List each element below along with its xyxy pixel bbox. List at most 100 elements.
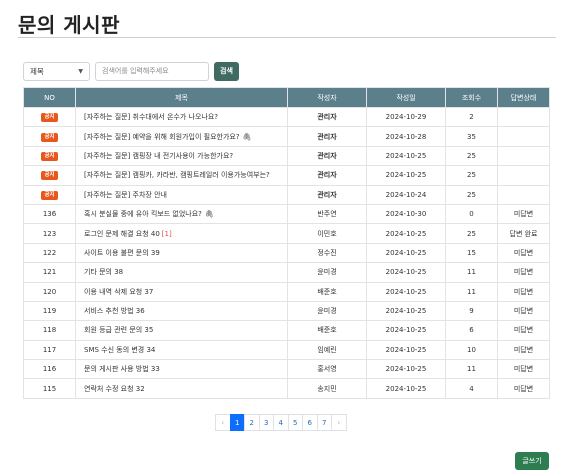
title-cell: 기타 문의 38 [75, 262, 288, 283]
views-cell: 0 [445, 203, 498, 225]
notice-badge: 공지 [41, 113, 58, 123]
status-cell: 미답변 [497, 300, 550, 322]
author-cell: 관리자 [287, 165, 367, 186]
author-cell: 임예린 [287, 339, 367, 361]
table-row: 116 문의 게시판 사용 방법 33 홍서영 2024-10-25 11 미답변 [23, 359, 550, 380]
status-cell [497, 126, 550, 147]
table-row: 122 사이트 이용 불편 문의 39 정수진 2024-10-25 15 미답변 [23, 242, 550, 264]
column-header-no: NO [23, 87, 76, 108]
title-cell: 문의 게시판 사용 방법 33 [75, 359, 288, 380]
notice-badge: 공지 [41, 171, 58, 181]
table-row: 117 SMS 수신 동의 변경 34 임예린 2024-10-25 10 미답변 [23, 339, 550, 361]
title-divider [18, 37, 556, 38]
notice-cell: 공지 [23, 165, 76, 186]
status-cell [497, 106, 550, 128]
date-cell: 2024-10-28 [366, 126, 446, 147]
title-cell: SMS 수신 동의 변경 34 [75, 339, 288, 361]
author-cell: 윤미경 [287, 300, 367, 322]
post-title-link[interactable]: [자주하는 질문] 주차장 안내 [84, 191, 167, 199]
page-button[interactable]: 1 [229, 414, 245, 431]
notice-row: 공지 [자주하는 질문] 캠핑장 내 전기사용이 가능한가요? 관리자 2024-10… [23, 145, 550, 167]
no-cell: 117 [23, 339, 76, 361]
column-header-views: 조회수 [445, 87, 498, 108]
author-cell: 송지민 [287, 378, 367, 399]
views-cell: 9 [445, 300, 498, 322]
date-cell: 2024-10-25 [366, 320, 446, 341]
no-cell: 116 [23, 359, 76, 380]
status-cell: 미답변 [497, 242, 550, 264]
page-title: 문의 게시판 [18, 13, 120, 37]
author-cell: 윤미경 [287, 262, 367, 283]
date-cell: 2024-10-25 [366, 359, 446, 380]
post-title-link[interactable]: 사이트 이용 불편 문의 39 [84, 249, 160, 257]
post-title-link[interactable]: 로그인 문제 해결 요청 40 [84, 230, 160, 238]
status-cell: 미답변 [497, 320, 550, 341]
views-cell: 25 [445, 223, 498, 244]
author-cell: 관리자 [287, 145, 367, 167]
date-cell: 2024-10-25 [366, 165, 446, 186]
post-title-link[interactable]: [자주하는 질문] 취수대에서 온수가 나오나요? [84, 113, 218, 121]
post-title-link[interactable]: 이용 내역 삭제 요청 37 [84, 288, 153, 296]
next-page-button[interactable]: › [331, 414, 347, 431]
date-cell: 2024-10-25 [366, 242, 446, 264]
notice-row: 공지 [자주하는 질문] 주차장 안내 관리자 2024-10-24 25 [23, 184, 550, 205]
search-button[interactable]: 검색 [214, 61, 239, 81]
board-table: NO 제목 작성자 작성일 조회수 답변상태 공지 [자주하는 질문] 취수대에서… [23, 87, 550, 399]
post-title-link[interactable]: [자주하는 질문] 캠핑장 내 전기사용이 가능한가요? [84, 152, 233, 160]
status-cell: 미답변 [497, 359, 550, 380]
table-row: 120 이용 내역 삭제 요청 37 배준호 2024-10-25 11 미답변 [23, 281, 550, 302]
post-title-link[interactable]: 문의 게시판 사용 방법 33 [84, 365, 160, 373]
search-type-select[interactable]: 제목 ▼ [23, 61, 90, 81]
title-cell: 로그인 문제 해결 요청 40 [1] [75, 223, 288, 244]
table-row: 123 로그인 문제 해결 요청 40 [1] 이민호 2024-10-25 25 답변 완… [23, 223, 550, 244]
page-button[interactable]: 3 [258, 414, 274, 431]
page-button[interactable]: 7 [316, 414, 332, 431]
title-cell: 서비스 추천 방법 36 [75, 300, 288, 322]
author-cell: 반주연 [287, 203, 367, 225]
date-cell: 2024-10-25 [366, 281, 446, 302]
notice-cell: 공지 [23, 106, 76, 128]
author-cell: 배준호 [287, 281, 367, 302]
post-title-link[interactable]: 기타 문의 38 [84, 268, 123, 276]
search-input[interactable]: 검색어를 입력해주세요 [95, 61, 209, 81]
no-cell: 122 [23, 242, 76, 264]
column-header-date: 작성일 [366, 87, 446, 108]
post-title-link[interactable]: 연락처 수정 요청 32 [84, 385, 145, 393]
status-cell: 미답변 [497, 203, 550, 225]
post-title-link[interactable]: 서비스 추천 방법 36 [84, 307, 145, 315]
date-cell: 2024-10-25 [366, 223, 446, 244]
views-cell: 25 [445, 184, 498, 205]
page-button[interactable]: 2 [244, 414, 260, 431]
status-cell: 미답변 [497, 262, 550, 283]
post-title-link[interactable]: [자주하는 질문] 캠핑카, 카라반, 캠핑트레일러 이용가능여부는? [84, 171, 270, 179]
write-button[interactable]: 글쓰기 [515, 452, 549, 470]
notice-cell: 공지 [23, 145, 76, 167]
post-title-link[interactable]: 회원 등급 관련 문의 35 [84, 326, 153, 334]
status-cell: 미답변 [497, 339, 550, 361]
table-row: 121 기타 문의 38 윤미경 2024-10-25 11 미답변 [23, 262, 550, 283]
date-cell: 2024-10-25 [366, 339, 446, 361]
post-title-link[interactable]: 혹시 분실물 중에 유아 킥보드 없었나요? [84, 210, 202, 218]
page-button[interactable]: 4 [273, 414, 289, 431]
views-cell: 2 [445, 106, 498, 128]
author-cell: 배준호 [287, 320, 367, 341]
comment-count: [1] [161, 229, 172, 238]
prev-page-button[interactable]: ‹ [215, 414, 231, 431]
date-cell: 2024-10-25 [366, 145, 446, 167]
title-cell: 회원 등급 관련 문의 35 [75, 320, 288, 341]
no-cell: 123 [23, 223, 76, 244]
notice-row: 공지 [자주하는 질문] 취수대에서 온수가 나오나요? 관리자 2024-10-29… [23, 106, 550, 128]
date-cell: 2024-10-25 [366, 262, 446, 283]
page-button[interactable]: 6 [302, 414, 318, 431]
views-cell: 15 [445, 242, 498, 264]
date-cell: 2024-10-24 [366, 184, 446, 205]
paperclip-icon: 🖇 [204, 210, 214, 219]
title-cell: [자주하는 질문] 취수대에서 온수가 나오나요? [75, 106, 288, 128]
post-title-link[interactable]: SMS 수신 동의 변경 34 [84, 346, 155, 354]
page-button[interactable]: 5 [287, 414, 303, 431]
no-cell: 115 [23, 378, 76, 399]
post-title-link[interactable]: [자주하는 질문] 예약을 위해 회원가입이 필요한가요? [84, 133, 240, 141]
table-row: 115 연락처 수정 요청 32 송지민 2024-10-25 4 미답변 [23, 378, 550, 399]
status-cell [497, 165, 550, 186]
no-cell: 118 [23, 320, 76, 341]
